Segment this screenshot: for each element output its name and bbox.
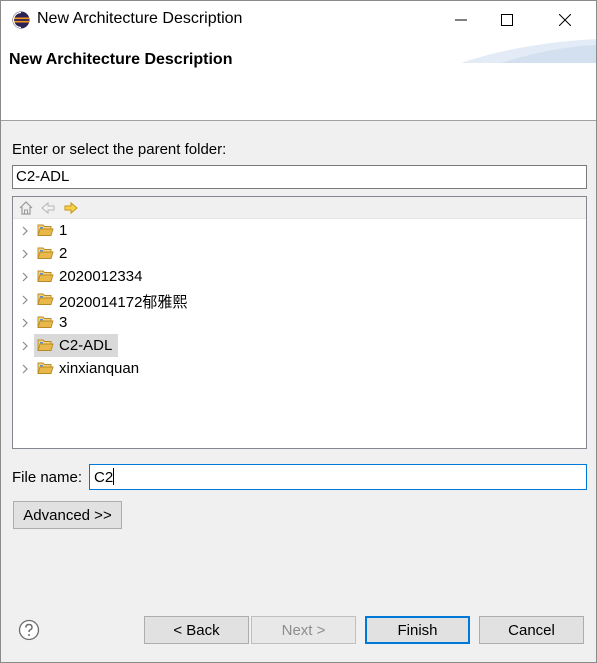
folder-icon bbox=[37, 316, 54, 328]
title-bar: New Architecture Description bbox=[1, 1, 596, 39]
parent-folder-label: Enter or select the parent folder: bbox=[12, 141, 227, 158]
window-title: New Architecture Description bbox=[37, 10, 243, 27]
cancel-button[interactable]: Cancel bbox=[479, 616, 584, 644]
chevron-right-icon[interactable] bbox=[20, 225, 30, 237]
wizard-banner: New Architecture Description bbox=[1, 39, 596, 121]
parent-folder-input[interactable]: C2-ADL bbox=[12, 165, 587, 189]
banner-title: New Architecture Description bbox=[9, 51, 233, 68]
tree-item[interactable]: 2020014172郁雅熙 bbox=[13, 288, 586, 311]
tree-toolbar bbox=[13, 197, 586, 219]
maximize-button[interactable] bbox=[484, 1, 530, 39]
minimize-icon bbox=[455, 19, 467, 21]
close-icon bbox=[559, 14, 571, 26]
text-caret bbox=[113, 468, 115, 485]
folder-icon bbox=[37, 293, 54, 305]
tree-item-label: 1 bbox=[59, 222, 68, 239]
chevron-right-icon[interactable] bbox=[20, 363, 30, 375]
tree-item-label: 2020012334 bbox=[59, 268, 143, 285]
minimize-button[interactable] bbox=[438, 1, 484, 39]
chevron-right-icon[interactable] bbox=[20, 294, 30, 306]
advanced-button[interactable]: Advanced >> bbox=[13, 501, 122, 529]
folder-tree[interactable]: 1 2 2020012334 2020014172郁雅熙 3 C2-ADL xinxianq… bbox=[12, 196, 587, 449]
tree-item[interactable]: 3 bbox=[13, 311, 586, 334]
chevron-right-icon[interactable] bbox=[20, 340, 30, 352]
tree-item[interactable]: xinxianquan bbox=[13, 357, 586, 380]
tree-item[interactable]: 1 bbox=[13, 219, 586, 242]
close-button[interactable] bbox=[542, 1, 588, 39]
eclipse-icon bbox=[12, 11, 30, 29]
banner-decoration bbox=[461, 39, 596, 63]
tree-item-label: 2 bbox=[59, 245, 68, 262]
tree-item-label: C2-ADL bbox=[59, 337, 113, 354]
file-name-value: C2 bbox=[94, 469, 114, 486]
tree-item-label: 3 bbox=[59, 314, 68, 331]
help-icon[interactable] bbox=[18, 619, 40, 641]
file-name-label: File name: bbox=[12, 469, 83, 486]
tree-item-label: xinxianquan bbox=[59, 360, 140, 377]
finish-button[interactable]: Finish bbox=[365, 616, 470, 644]
tree-item[interactable]: C2-ADL bbox=[13, 334, 586, 357]
back-arrow-icon[interactable] bbox=[40, 200, 56, 216]
forward-arrow-icon[interactable] bbox=[63, 200, 79, 216]
folder-icon bbox=[37, 224, 54, 236]
file-name-input[interactable]: C2 bbox=[89, 464, 587, 490]
folder-icon bbox=[37, 362, 54, 374]
folder-icon bbox=[37, 247, 54, 259]
chevron-right-icon[interactable] bbox=[20, 248, 30, 260]
home-icon[interactable] bbox=[18, 200, 34, 216]
back-button[interactable]: < Back bbox=[144, 616, 249, 644]
tree-item-label: 2020014172郁雅熙 bbox=[59, 294, 188, 311]
folder-icon bbox=[37, 270, 54, 282]
maximize-icon bbox=[501, 14, 513, 26]
dialog-window: New Architecture Description New Archite… bbox=[0, 0, 597, 663]
chevron-right-icon[interactable] bbox=[20, 317, 30, 329]
chevron-right-icon[interactable] bbox=[20, 271, 30, 283]
next-button[interactable]: Next > bbox=[251, 616, 356, 644]
tree-item[interactable]: 2 bbox=[13, 242, 586, 265]
tree-item[interactable]: 2020012334 bbox=[13, 265, 586, 288]
folder-icon bbox=[37, 339, 54, 351]
